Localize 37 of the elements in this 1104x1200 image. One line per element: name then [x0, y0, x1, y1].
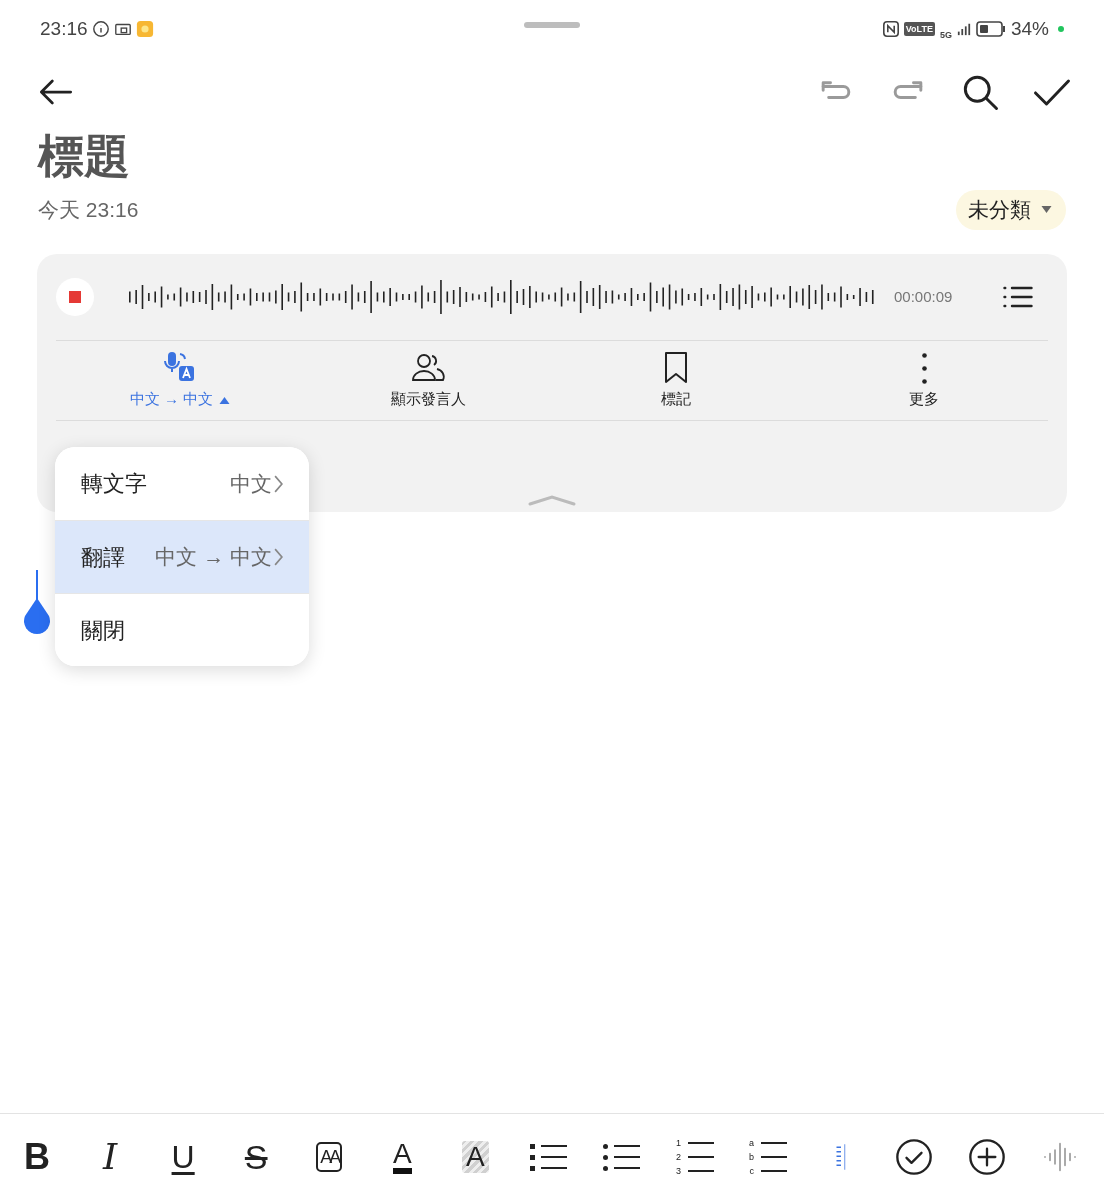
stop-button[interactable] — [56, 278, 94, 316]
numlist-button[interactable]: 1 2 3 — [670, 1133, 719, 1181]
sun-app-icon — [135, 20, 154, 38]
signal-icon — [956, 21, 971, 37]
recorder-action[interactable]: 中文 → 中文 — [56, 350, 304, 411]
more-icon — [921, 352, 927, 384]
battery-icon — [975, 21, 1006, 37]
elapsed-time: 00:00:09 — [894, 286, 953, 307]
caret-up-icon — [219, 395, 231, 404]
drag-handle[interactable] — [524, 22, 580, 28]
dropdown-icon — [1041, 206, 1052, 214]
stop-icon — [69, 291, 81, 303]
note-date: 今天 23:16 — [38, 197, 139, 224]
menu-item[interactable]: 關閉 — [55, 593, 309, 666]
italic-button[interactable]: I — [86, 1133, 135, 1181]
recorder-action[interactable]: 更多 — [800, 350, 1048, 411]
underline-button[interactable]: U — [159, 1133, 208, 1181]
font-size-button[interactable]: AA — [305, 1133, 354, 1181]
menu-item[interactable]: 轉文字 中文 — [55, 447, 309, 520]
network-type: 5G — [939, 30, 952, 40]
note-title[interactable]: 標題 — [38, 128, 1066, 184]
chevron-right-icon — [274, 474, 283, 493]
alphalist-button[interactable]: a b c — [743, 1133, 792, 1181]
strikethrough-button[interactable]: S — [232, 1133, 281, 1181]
text-color-button[interactable]: A — [378, 1133, 427, 1181]
bold-button[interactable]: B — [13, 1133, 61, 1181]
highlight-button[interactable]: A — [451, 1133, 500, 1181]
nfc-icon — [882, 21, 899, 37]
info-icon — [91, 20, 110, 38]
category-chip[interactable]: 未分類 — [956, 190, 1066, 230]
chevron-right-icon — [274, 548, 283, 566]
battery-percent: 34% — [1010, 16, 1049, 41]
menu-item[interactable]: 翻譯 中文 → 中文 — [55, 520, 309, 593]
status-time: 23:16 — [40, 16, 88, 41]
recorder-action[interactable]: 顯示發言人 — [304, 350, 552, 411]
volte-badge: VoLTE — [903, 22, 935, 36]
recorder-action[interactable]: 標記 — [552, 350, 800, 411]
